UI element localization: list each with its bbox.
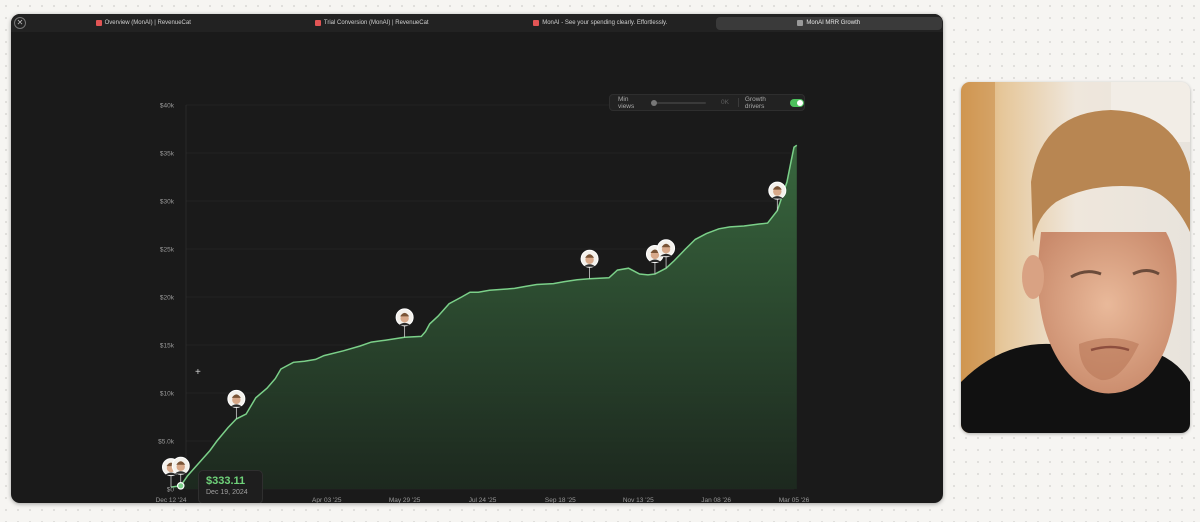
- x-tick-label: Mar 05 '26: [779, 497, 810, 503]
- toggle-knob: [797, 99, 804, 106]
- tooltip-date: Dec 19, 2024: [206, 489, 248, 496]
- page-content: $0 $5.0k $10k $15k $20k $25k $30k $35k $40k Dec 1…: [11, 32, 943, 503]
- page-favicon-icon: [797, 20, 804, 26]
- webcam-overlay: [961, 82, 1190, 433]
- growth-drivers-toggle[interactable]: [789, 98, 805, 107]
- tab-mrr-growth[interactable]: MonAI MRR Growth: [715, 16, 942, 30]
- x-tick-label: Apr 03 '25: [312, 497, 342, 503]
- tab-bar: ✕ Overview (MonAI) | RevenueCat Trial Co…: [11, 14, 943, 32]
- tab-overview[interactable]: Overview (MonAI) | RevenueCat: [30, 17, 257, 30]
- growth-driver-marker[interactable]: [580, 249, 599, 279]
- close-icon[interactable]: ✕: [14, 17, 26, 29]
- presenter-video: [961, 82, 1190, 433]
- growth-driver-marker[interactable]: [395, 308, 414, 338]
- tab-label: MonAI MRR Growth: [806, 20, 861, 26]
- y-tick-label: $10k: [160, 391, 175, 398]
- min-views-label: Min views: [618, 95, 635, 110]
- controls-divider: [737, 98, 739, 107]
- x-tick-label: Nov 13 '25: [623, 497, 654, 503]
- x-tick-label: Sep 18 '25: [545, 497, 576, 503]
- y-tick-label: $30k: [160, 199, 175, 206]
- browser-window: ✕ Overview (MonAI) | RevenueCat Trial Co…: [11, 14, 943, 503]
- growth-drivers-label: Growth drivers: [744, 95, 766, 110]
- chart-controls: Min views 0K Growth drivers: [609, 94, 805, 111]
- x-tick-label: Jan 08 '26: [701, 497, 731, 503]
- tab-label: MonAI - See your spending clearly. Effor…: [542, 20, 668, 26]
- x-tick-label: Jul 24 '25: [469, 497, 497, 503]
- y-tick-label: $40k: [160, 103, 175, 110]
- y-tick-label: $5.0k: [158, 439, 175, 446]
- slider-thumb[interactable]: [651, 99, 657, 106]
- growth-driver-marker[interactable]: [227, 389, 246, 419]
- tab-label: Overview (MonAI) | RevenueCat: [104, 20, 191, 26]
- mrr-area: [171, 145, 797, 490]
- hover-point: [176, 482, 185, 490]
- x-tick-label: Dec 12 '24: [156, 497, 187, 503]
- y-tick-label: $35k: [160, 151, 175, 158]
- min-views-slider[interactable]: [651, 99, 706, 106]
- tab-trial-conversion[interactable]: Trial Conversion (MonAI) | RevenueCat: [259, 17, 486, 30]
- monai-favicon-icon: [533, 20, 540, 26]
- tab-monai-site[interactable]: MonAI - See your spending clearly. Effor…: [487, 17, 714, 30]
- revenuecat-favicon-icon: [314, 20, 321, 26]
- tooltip-value: $333.11: [206, 475, 246, 487]
- y-tick-label: $15k: [160, 343, 175, 350]
- y-tick-label: $0: [167, 487, 175, 494]
- revenuecat-favicon-icon: [95, 20, 102, 26]
- chart-tooltip: $333.11 Dec 19, 2024: [198, 470, 263, 503]
- plus-cursor-icon: +: [195, 367, 201, 378]
- tab-label: Trial Conversion (MonAI) | RevenueCat: [323, 20, 429, 26]
- y-tick-label: $20k: [160, 295, 175, 302]
- min-views-value: 0K: [720, 99, 729, 106]
- y-tick-label: $25k: [160, 247, 175, 254]
- x-tick-label: May 29 '25: [389, 497, 421, 503]
